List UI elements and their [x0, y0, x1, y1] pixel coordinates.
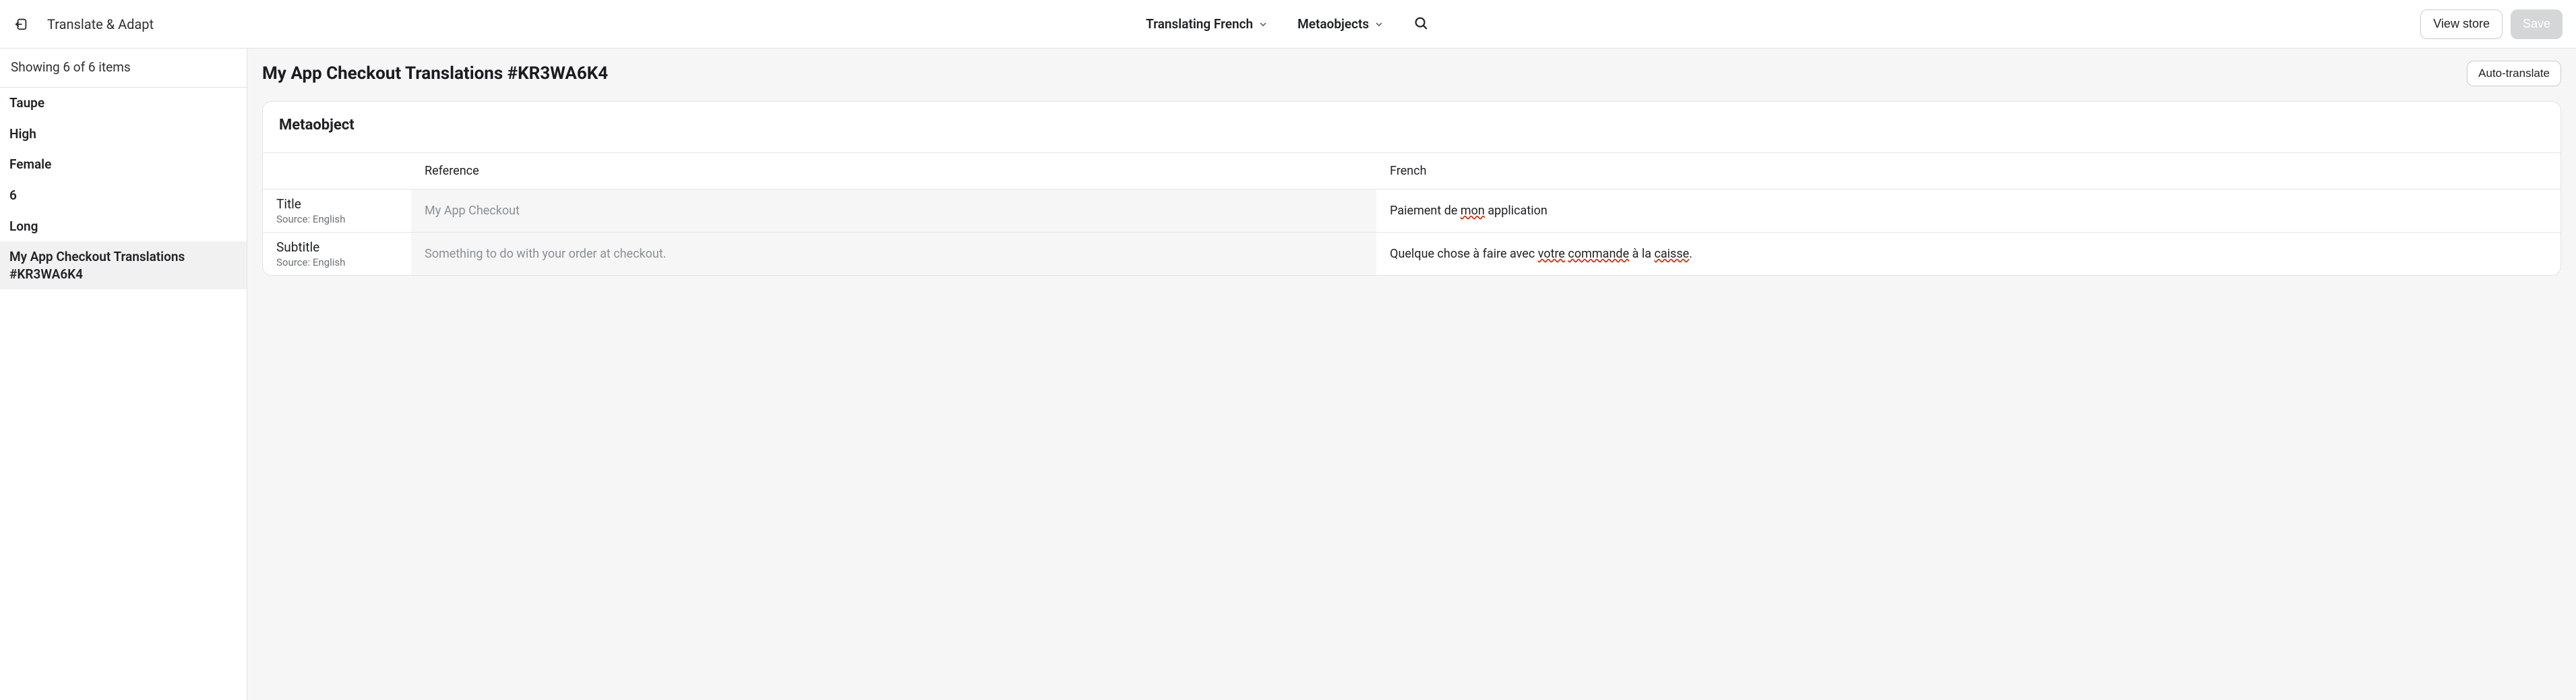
- card-title: Metaobject: [263, 102, 2560, 152]
- top-bar: Translate & Adapt Translating French Met…: [0, 0, 2576, 49]
- language-dropdown[interactable]: Translating French: [1146, 16, 1268, 32]
- sidebar-item[interactable]: High: [0, 119, 247, 150]
- chevron-down-icon: [1258, 20, 1268, 29]
- translation-cell[interactable]: Paiement de mon application: [1376, 189, 2560, 233]
- sidebar-item[interactable]: Long: [0, 211, 247, 242]
- sidebar-item[interactable]: Female: [0, 149, 247, 180]
- translations-table: Reference French TitleSource: EnglishMy …: [263, 152, 2560, 275]
- field-name: Subtitle: [276, 239, 398, 255]
- sidebar-item[interactable]: My App Checkout Translations #KR3WA6K4: [0, 241, 247, 289]
- chevron-down-icon: [1374, 20, 1384, 29]
- table-row: TitleSource: EnglishMy App CheckoutPaiem…: [263, 189, 2560, 233]
- auto-translate-button[interactable]: Auto-translate: [2467, 61, 2561, 86]
- app-title: Translate & Adapt: [47, 16, 154, 32]
- field-name: Title: [276, 196, 398, 212]
- field-cell: TitleSource: English: [263, 189, 411, 233]
- reference-cell: Something to do with your order at check…: [411, 233, 1376, 276]
- resource-dropdown[interactable]: Metaobjects: [1297, 16, 1384, 32]
- main-content: My App Checkout Translations #KR3WA6K4 A…: [247, 49, 2576, 700]
- search-icon[interactable]: [1413, 16, 1428, 33]
- resource-dropdown-label: Metaobjects: [1297, 16, 1369, 32]
- sidebar-item[interactable]: Taupe: [0, 88, 247, 119]
- sidebar-item[interactable]: 6: [0, 180, 247, 211]
- field-source: Source: English: [276, 256, 398, 268]
- translation-cell[interactable]: Quelque chose à faire avec votre command…: [1376, 233, 2560, 276]
- col-header-field: [263, 153, 411, 189]
- metaobject-card: Metaobject Reference French TitleSource:…: [262, 101, 2561, 276]
- col-header-reference: Reference: [411, 153, 1376, 189]
- language-dropdown-label: Translating French: [1146, 16, 1253, 32]
- col-header-target: French: [1376, 153, 2560, 189]
- view-store-button[interactable]: View store: [2420, 9, 2503, 39]
- table-row: SubtitleSource: EnglishSomething to do w…: [263, 233, 2560, 276]
- page-title: My App Checkout Translations #KR3WA6K4: [262, 63, 608, 84]
- sidebar: Showing 6 of 6 items TaupeHighFemale6Lon…: [0, 49, 247, 700]
- sidebar-count: Showing 6 of 6 items: [0, 49, 247, 88]
- field-cell: SubtitleSource: English: [263, 233, 411, 276]
- reference-cell: My App Checkout: [411, 189, 1376, 233]
- field-source: Source: English: [276, 213, 398, 225]
- save-button: Save: [2511, 9, 2563, 39]
- back-icon[interactable]: [13, 17, 28, 32]
